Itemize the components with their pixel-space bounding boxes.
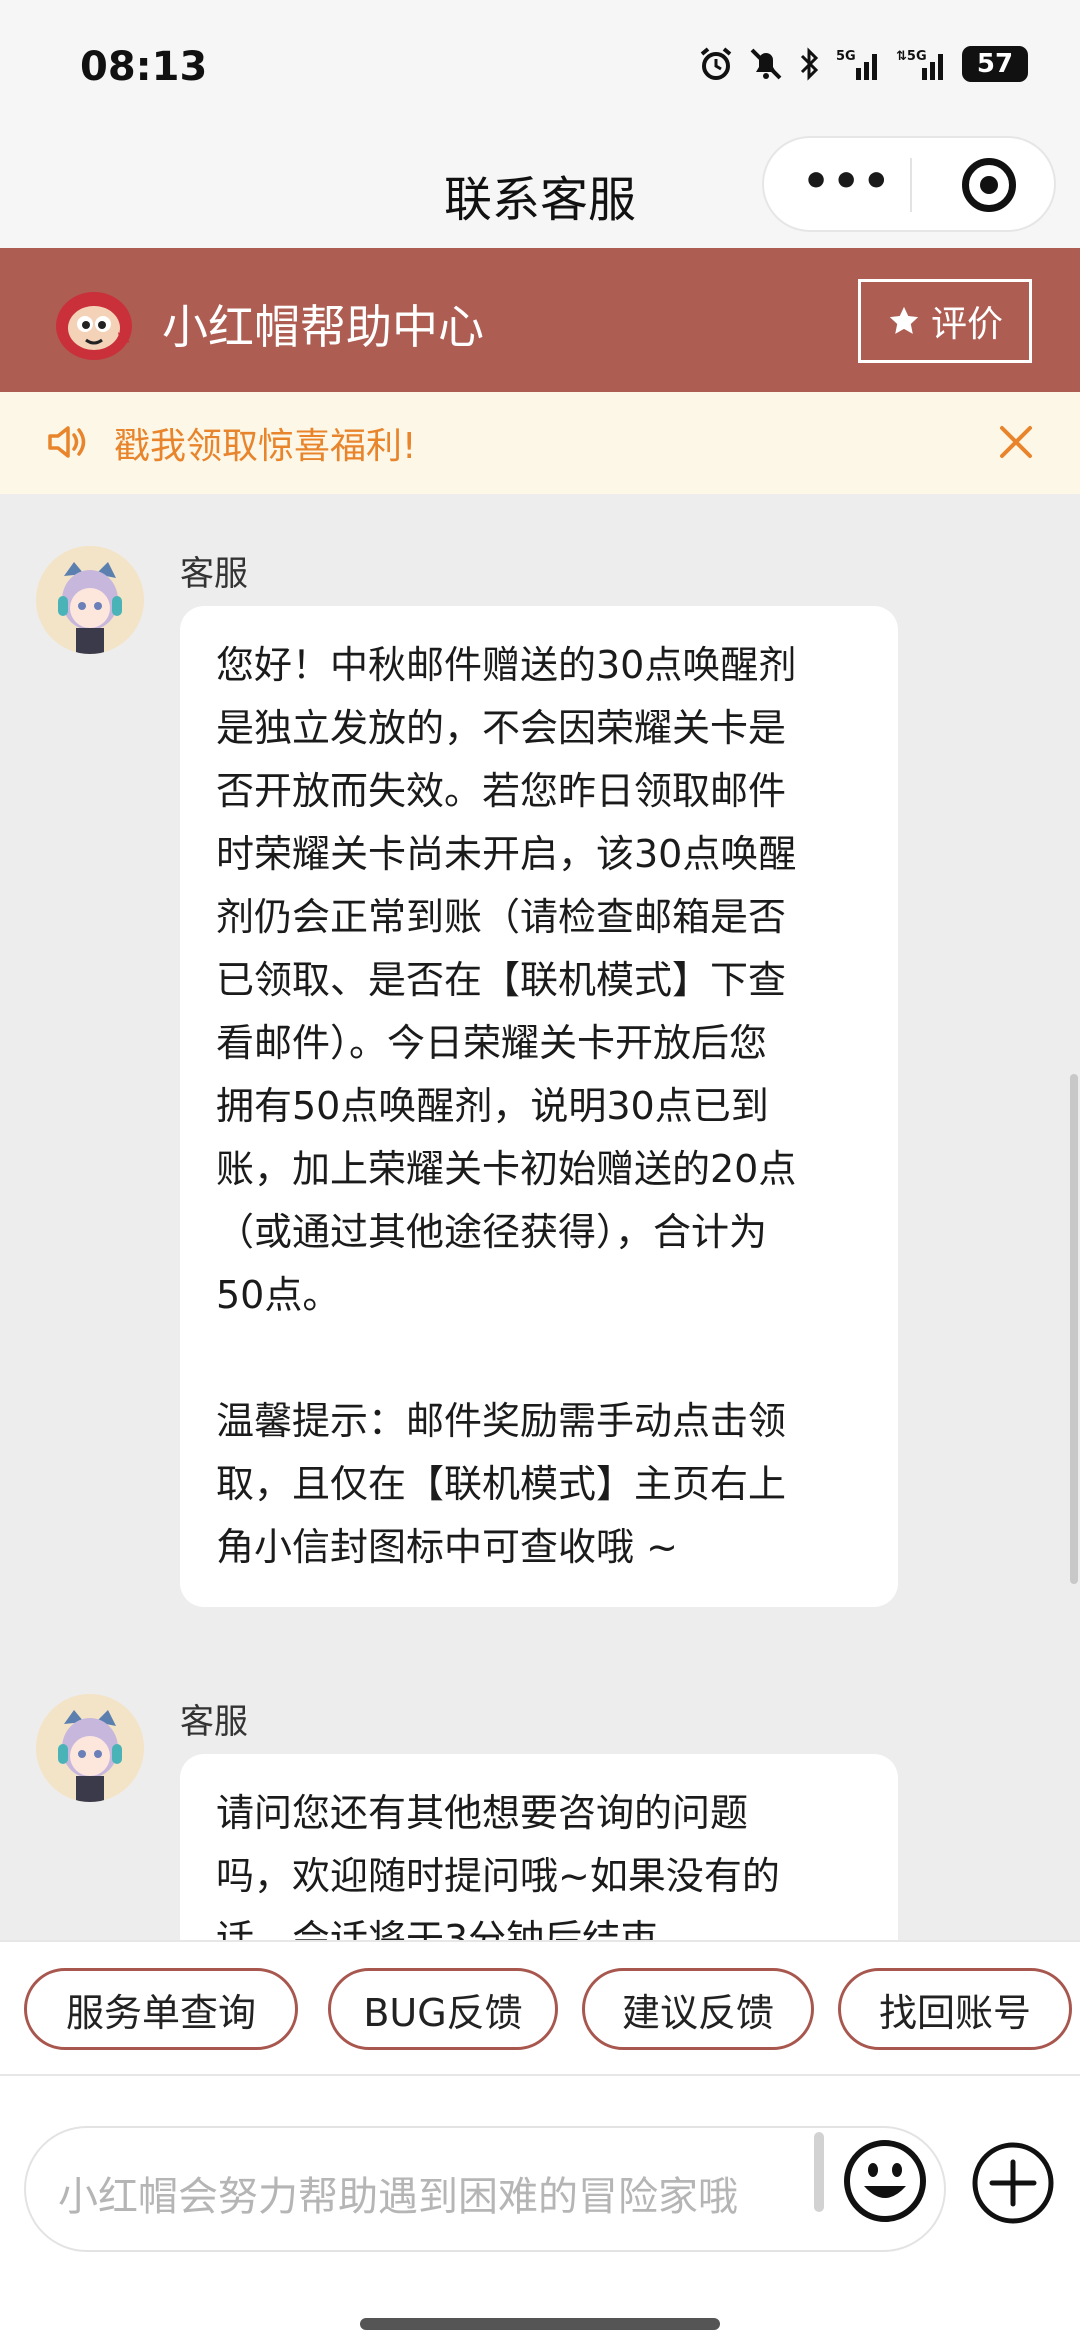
status-bar: 08:13 5G ⇅5G 57: [0, 0, 1080, 130]
input-area: 小红帽会努力帮助遇到困难的冒险家哦: [0, 2076, 1080, 2352]
message-input[interactable]: 小红帽会努力帮助遇到困难的冒险家哦: [24, 2126, 946, 2252]
sender-name: 客服: [180, 1702, 248, 1742]
input-scrollbar: [814, 2132, 824, 2212]
chat-area[interactable]: 客服 您好！中秋邮件赠送的30点唤醒剂 是独立发放的，不会因荣耀关卡是 否开放而…: [0, 494, 1080, 1940]
rate-label: 评价: [930, 304, 1003, 345]
red-hood-logo-icon: [56, 292, 132, 360]
notice-text: 戳我领取惊喜福利!: [114, 426, 417, 467]
message-bubble: 您好！中秋邮件赠送的30点唤醒剂 是独立发放的，不会因荣耀关卡是 否开放而失效。…: [180, 606, 898, 1607]
bug-feedback-button[interactable]: BUG反馈: [328, 1968, 558, 2050]
more-icon[interactable]: •••: [802, 160, 892, 204]
message-bubble: 请问您还有其他想要咨询的问题 吗，欢迎随时提问哦~如果没有的 话，会话将于3分钟…: [180, 1754, 898, 1940]
avatar-image: [36, 1694, 144, 1802]
close-icon[interactable]: [992, 418, 1040, 466]
rate-button[interactable]: 评价: [858, 279, 1032, 363]
svg-text:5G: 5G: [836, 49, 856, 64]
home-indicator[interactable]: [360, 2318, 720, 2330]
signal-5g-icon: ⇅5G: [896, 49, 943, 80]
title-bar: 联系客服 •••: [0, 130, 1080, 248]
close-miniprogram-icon[interactable]: [962, 158, 1016, 212]
battery-icon: 57: [962, 46, 1028, 82]
alarm-icon: [700, 47, 732, 80]
speaker-icon: [48, 426, 86, 458]
suggestion-feedback-button[interactable]: 建议反馈: [582, 1968, 814, 2050]
signal-5g-icon: 5G: [836, 49, 877, 80]
agent-avatar: [36, 1694, 144, 1802]
star-icon: [889, 306, 919, 334]
help-center-title: 小红帽帮助中心: [162, 300, 484, 354]
svg-text:⇅5G: ⇅5G: [896, 49, 927, 64]
service-order-query-button[interactable]: 服务单查询: [24, 1968, 298, 2050]
recover-account-button[interactable]: 找回账号: [838, 1968, 1072, 2050]
emoji-icon[interactable]: [842, 2138, 928, 2224]
avatar-image: [36, 546, 144, 654]
help-center-header: 小红帽帮助中心 评价: [0, 248, 1080, 392]
capsule-divider: [910, 158, 912, 212]
status-time: 08:13: [80, 44, 208, 90]
scrollbar[interactable]: [1070, 1074, 1078, 1584]
miniprogram-capsule: •••: [762, 136, 1056, 232]
quick-actions: 服务单查询 BUG反馈 建议反馈 找回账号: [0, 1940, 1080, 2076]
sender-name: 客服: [180, 554, 248, 594]
mute-icon: [750, 48, 782, 80]
bluetooth-icon: [800, 47, 819, 81]
status-icons: 5G ⇅5G 57: [698, 46, 1028, 82]
add-icon[interactable]: [970, 2140, 1056, 2226]
notice-banner[interactable]: 戳我领取惊喜福利!: [0, 392, 1080, 494]
agent-avatar: [36, 546, 144, 654]
input-placeholder: 小红帽会努力帮助遇到困难的冒险家哦: [58, 2174, 738, 2220]
